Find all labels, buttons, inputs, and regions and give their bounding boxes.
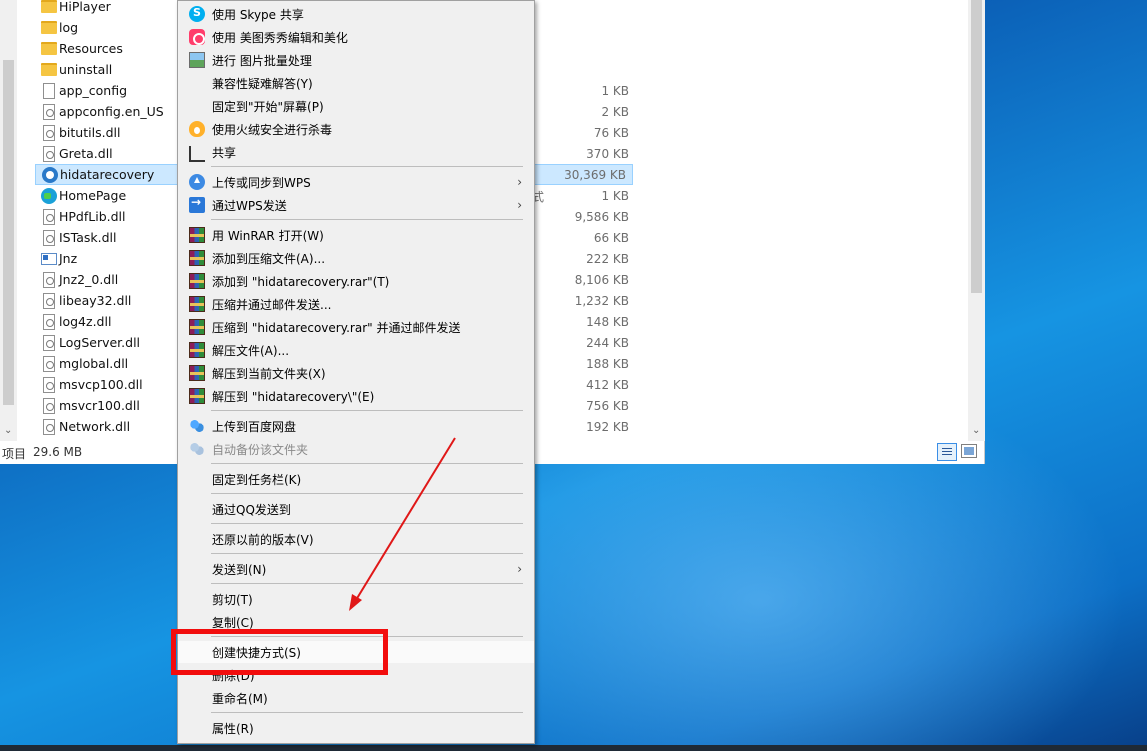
annotation-arrow-head — [349, 594, 362, 611]
annotation-arrow-line — [355, 437, 456, 601]
annotation-arrow — [349, 437, 456, 611]
